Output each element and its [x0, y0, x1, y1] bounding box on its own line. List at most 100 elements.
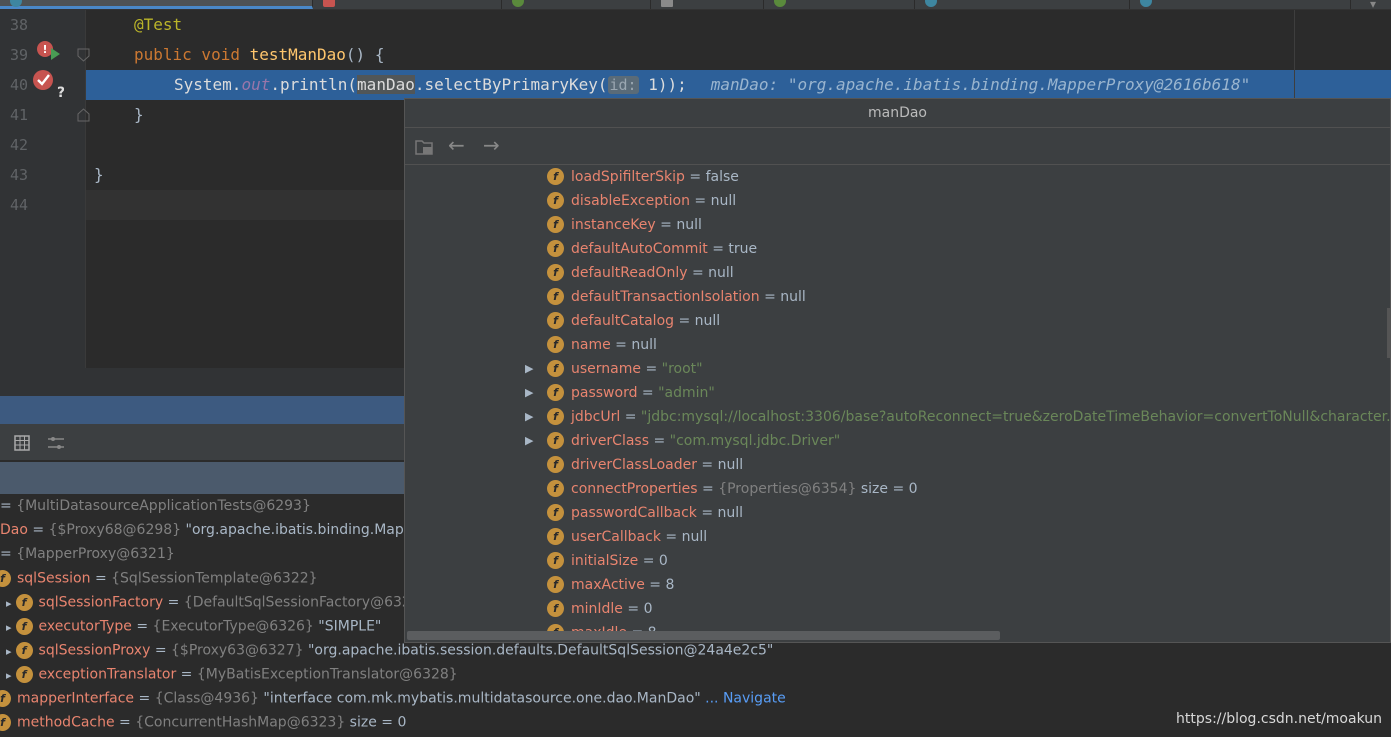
expand-arrow-icon[interactable]: ▸: [6, 621, 12, 634]
run-icon[interactable]: !: [36, 40, 62, 66]
field-icon: f: [547, 240, 564, 257]
folder-icon[interactable]: [415, 138, 435, 156]
editor-tab[interactable]: [313, 0, 502, 9]
field-value: "root": [661, 361, 703, 377]
expand-arrow-icon[interactable]: ▶: [525, 429, 533, 453]
variable-equals: =: [27, 522, 49, 538]
field-equals: =: [697, 481, 719, 497]
editor-scroll-gap: [0, 368, 404, 396]
field-equals: =: [759, 289, 781, 305]
field-name: userCallback: [571, 529, 661, 545]
variable-row[interactable]: f sqlSession = {SqlSessionTemplate@6322}: [0, 570, 318, 587]
variable-ref: {$Proxy68@6298}: [48, 522, 182, 538]
popup-title: manDao: [405, 99, 1390, 128]
variable-row[interactable]: ▸ f exceptionTranslator = {MyBatisExcepti…: [6, 666, 458, 683]
variable-value: "SIMPLE": [313, 618, 382, 635]
file-icon: [1140, 0, 1152, 7]
field-value: null: [717, 457, 744, 473]
field-equals: =: [641, 361, 662, 377]
expand-arrow-icon[interactable]: ▶: [525, 381, 533, 405]
vertical-scrollbar[interactable]: [1387, 308, 1391, 358]
expand-arrow-icon[interactable]: ▶: [525, 357, 533, 381]
variable-name: sqlSessionFactory: [38, 594, 164, 611]
expand-arrow-icon[interactable]: ▶: [525, 405, 533, 429]
variable-equals: =: [150, 642, 172, 659]
field-value: 8: [665, 577, 675, 593]
line-number: 39: [9, 46, 28, 64]
field-size: size = 0: [856, 481, 918, 497]
variable-row[interactable]: = {MapperProxy@6321}: [0, 546, 175, 562]
variable-equals: =: [90, 570, 112, 587]
file-icon: [774, 0, 786, 7]
editor-tab[interactable]: [1130, 0, 1351, 9]
breakpoint-icon[interactable]: ?: [32, 68, 64, 100]
horizontal-scrollbar[interactable]: [407, 631, 1000, 640]
variable-name: exceptionTranslator: [38, 666, 177, 683]
expand-arrow-icon[interactable]: ▸: [6, 669, 12, 682]
navigate-link[interactable]: ... Navigate: [701, 691, 786, 707]
field-equals: =: [696, 457, 718, 473]
forward-arrow-icon[interactable]: →: [483, 133, 500, 157]
variable-equals: =: [0, 498, 17, 514]
field-icon: f: [547, 216, 564, 233]
variable-name: executorType: [38, 618, 132, 635]
field-name: defaultAutoCommit: [571, 241, 708, 257]
debug-toolbar: [0, 424, 404, 460]
field-icon: f: [547, 552, 564, 569]
variable-row[interactable]: ▸ f sqlSessionProxy = {$Proxy63@6327} "or…: [6, 642, 773, 659]
variable-ref: {ConcurrentHashMap@6323}: [135, 714, 346, 731]
debug-session-bar[interactable]: [0, 396, 404, 424]
line-number: 42: [9, 136, 28, 154]
editor-tab[interactable]: [502, 0, 651, 9]
editor-tab[interactable]: [915, 0, 1130, 9]
back-arrow-icon[interactable]: ←: [448, 133, 465, 157]
variable-ref: {SqlSessionTemplate@6322}: [111, 570, 318, 587]
settings-icon[interactable]: [47, 435, 65, 451]
inspect-popup[interactable]: manDao ← → f loadSpifilterSkip = false f di…: [404, 98, 1391, 643]
expand-arrow-icon[interactable]: ▸: [6, 597, 12, 610]
editor-tab-active[interactable]: [0, 0, 313, 9]
table-icon[interactable]: [14, 435, 30, 451]
field-equals: =: [622, 601, 644, 617]
field-value: null: [708, 265, 734, 281]
code-line: public void testManDao() {: [134, 45, 385, 64]
expand-arrow-icon[interactable]: ▸: [6, 645, 12, 658]
field-equals: =: [696, 505, 718, 521]
variable-row[interactable]: Dao = {$Proxy68@6298} "org.apache.ibatis…: [0, 522, 435, 538]
variable-name: Dao: [0, 522, 28, 538]
caret-line: [86, 190, 406, 220]
field-value: null: [717, 505, 744, 521]
field-equals: =: [674, 313, 695, 329]
field-value: null: [631, 337, 657, 353]
field-icon: f: [547, 264, 564, 281]
variable-row[interactable]: f mapperInterface = {Class@4936} "interfa…: [0, 690, 786, 707]
editor-tab[interactable]: [651, 0, 764, 9]
code-line: System.out.println(manDao.selectByPrimar…: [174, 75, 1251, 94]
field-value: null: [780, 289, 806, 305]
variable-row[interactable]: ▸ f sqlSessionFactory = {DefaultSqlSessio…: [6, 594, 429, 611]
field-name: maxActive: [571, 577, 645, 593]
editor-tab[interactable]: [764, 0, 915, 9]
popup-field-list[interactable]: f loadSpifilterSkip = false f disableExcept…: [405, 165, 1390, 635]
field-text: minIdle = 0: [571, 597, 652, 621]
field-value: {Properties@6354}: [718, 481, 857, 497]
variable-row[interactable]: f methodCache = {ConcurrentHashMap@6323} …: [0, 714, 406, 731]
field-name: connectProperties: [571, 481, 698, 497]
field-icon: f: [547, 336, 564, 353]
variables-header: [0, 462, 404, 494]
field-equals: =: [649, 433, 670, 449]
popup-toolbar: ← →: [405, 128, 1390, 165]
variable-equals: =: [114, 714, 136, 731]
field-equals: =: [610, 337, 632, 353]
field-name: defaultCatalog: [571, 313, 675, 329]
field-icon: f: [547, 600, 564, 617]
field-value: null: [681, 529, 708, 545]
variable-row[interactable]: = {MultiDatasourceApplicationTests@6293}: [0, 498, 311, 514]
field-icon: f: [547, 408, 564, 425]
variable-ref: {MapperProxy@6321}: [16, 546, 175, 562]
field-equals: =: [687, 265, 709, 281]
variable-row[interactable]: ▸ f executorType = {ExecutorType@6326} "S…: [6, 618, 381, 635]
field-value: null: [710, 193, 737, 209]
field-text: defaultTransactionIsolation = null: [571, 285, 806, 309]
watermark: https://blog.csdn.net/moakun: [1176, 711, 1382, 727]
